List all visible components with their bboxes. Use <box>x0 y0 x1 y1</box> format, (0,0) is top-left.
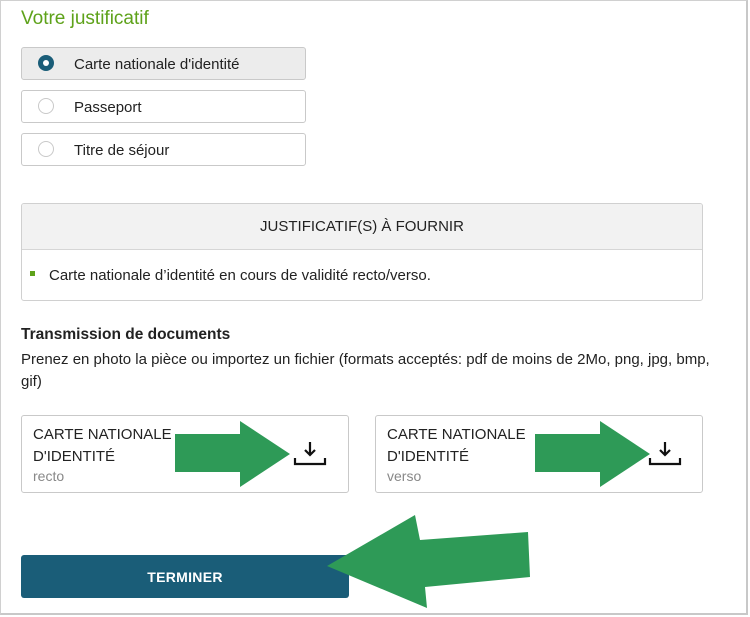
radio-option-passeport[interactable]: Passeport <box>21 90 306 123</box>
radio-checked-icon[interactable] <box>38 55 54 71</box>
finish-button[interactable]: TERMINER <box>21 555 349 598</box>
upload-side-label: verso <box>387 468 422 484</box>
bullet-icon <box>30 271 35 276</box>
upload-verso-card[interactable]: CARTE NATIONALE D'IDENTITÉ verso <box>375 415 703 493</box>
requirements-panel: JUSTIFICATIF(S) À FOURNIR Carte national… <box>21 203 703 301</box>
download-icon[interactable] <box>648 438 682 468</box>
radio-unchecked-icon[interactable] <box>38 141 54 157</box>
radio-unchecked-icon[interactable] <box>38 98 54 114</box>
radio-label: Carte nationale d'identité <box>74 56 240 73</box>
radio-option-carte-identite[interactable]: Carte nationale d'identité <box>21 47 306 80</box>
requirement-text: Carte nationale d’identité en cours de v… <box>49 267 431 284</box>
upload-doc-name: CARTE NATIONALE D'IDENTITÉ <box>33 426 172 465</box>
radio-label: Titre de séjour <box>74 142 170 159</box>
download-icon[interactable] <box>293 438 327 468</box>
upload-recto-card[interactable]: CARTE NATIONALE D'IDENTITÉ recto <box>21 415 349 493</box>
radio-label: Passeport <box>74 99 142 116</box>
requirement-item: Carte nationale d’identité en cours de v… <box>30 267 431 284</box>
transmission-description: Prenez en photo la pièce ou importez un … <box>21 351 710 390</box>
section-title: Votre justificatif <box>21 8 149 29</box>
radio-option-titre-sejour[interactable]: Titre de séjour <box>21 133 306 166</box>
requirements-header: JUSTIFICATIF(S) À FOURNIR <box>22 204 702 250</box>
upload-side-label: recto <box>33 468 65 484</box>
transmission-title: Transmission de documents <box>21 326 231 343</box>
upload-doc-name: CARTE NATIONALE D'IDENTITÉ <box>387 426 526 465</box>
